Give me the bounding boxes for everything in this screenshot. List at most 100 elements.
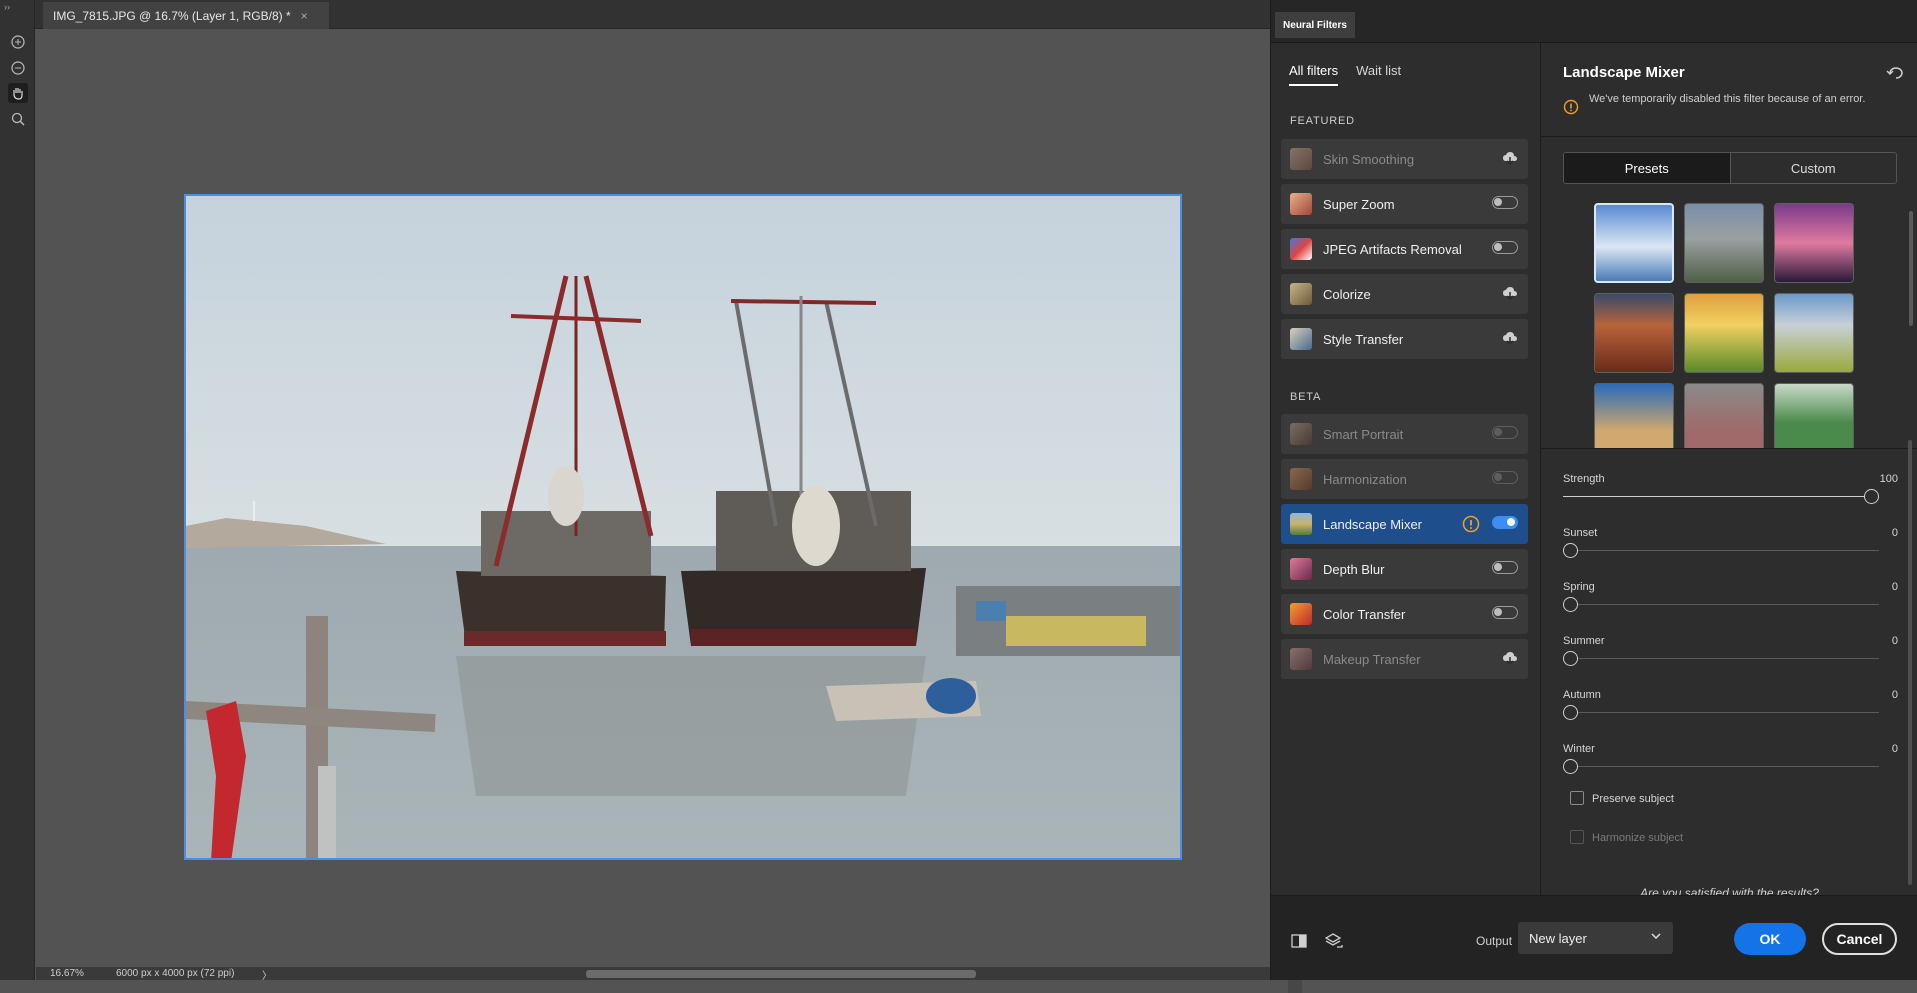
filter-row-style-transfer[interactable]: Style Transfer — [1281, 319, 1528, 359]
zoom-in-icon[interactable] — [8, 32, 28, 52]
filter-name: Super Zoom — [1323, 196, 1395, 212]
slider-strength[interactable] — [1563, 489, 1879, 504]
panel-footer: Output New layer OK Cancel — [1271, 895, 1917, 980]
collapse-icon[interactable]: ›› — [4, 2, 10, 12]
tab-presets[interactable]: Presets — [1564, 153, 1730, 183]
chevron-down-icon — [1650, 930, 1662, 945]
tab-wait-list[interactable]: Wait list — [1356, 63, 1401, 86]
filter-toggle[interactable] — [1492, 241, 1518, 254]
filter-toggle[interactable] — [1492, 516, 1518, 529]
document-image[interactable] — [184, 194, 1182, 860]
ok-button[interactable]: OK — [1734, 923, 1806, 955]
smart-portrait-thumbnail — [1290, 423, 1312, 445]
zoom-level[interactable]: 16.67% — [50, 968, 84, 979]
slider-knob[interactable] — [1563, 759, 1578, 774]
document-title: IMG_7815.JPG @ 16.7% (Layer 1, RGB/8) * — [53, 8, 291, 23]
cloud-download-icon[interactable] — [1502, 331, 1518, 350]
slider-summer[interactable] — [1563, 651, 1879, 666]
filter-name: Landscape Mixer — [1323, 516, 1422, 532]
slider-label-strength: Strength — [1563, 473, 1605, 485]
filter-name: Depth Blur — [1323, 561, 1385, 577]
filter-toggle[interactable] — [1492, 426, 1518, 439]
zoom-out-icon[interactable] — [8, 58, 28, 78]
slider-autumn[interactable] — [1563, 705, 1879, 720]
preserve-subject-checkbox[interactable] — [1570, 791, 1584, 805]
filter-name: Makeup Transfer — [1323, 651, 1421, 667]
filter-toggle[interactable] — [1492, 606, 1518, 619]
preset-grid — [1541, 191, 1917, 449]
preset-sunset-peak[interactable] — [1774, 203, 1854, 283]
preset-snow-mountain[interactable] — [1594, 203, 1674, 283]
featured-heading: FEATURED — [1290, 115, 1355, 127]
compare-view-icon[interactable] — [1291, 934, 1307, 953]
preset-valley-lake[interactable] — [1684, 203, 1764, 283]
slider-value-sunset: 0 — [1891, 527, 1898, 539]
output-select[interactable]: New layer — [1518, 922, 1673, 954]
cloud-download-icon[interactable] — [1502, 286, 1518, 305]
filter-row-colorize[interactable]: Colorize — [1281, 274, 1528, 314]
filter-row-harmonization[interactable]: Harmonization — [1281, 459, 1528, 499]
slider-value-summer: 0 — [1891, 635, 1898, 647]
layers-icon[interactable] — [1324, 932, 1343, 955]
preset-mesa[interactable] — [1684, 383, 1764, 448]
preset-river-valley[interactable] — [1774, 383, 1854, 448]
filter-row-super-zoom[interactable]: Super Zoom — [1281, 184, 1528, 224]
panel-title: Neural Filters — [1275, 12, 1355, 38]
filter-name: Colorize — [1323, 286, 1371, 302]
filter-list: All filters Wait list FEATURED Skin Smoo… — [1271, 43, 1541, 895]
preset-scrollbar[interactable] — [1908, 199, 1914, 448]
filter-row-makeup-transfer[interactable]: Makeup Transfer — [1281, 639, 1528, 679]
tab-custom[interactable]: Custom — [1729, 153, 1897, 183]
horizontal-scroll-thumb[interactable] — [586, 970, 976, 978]
filter-row-color-transfer[interactable]: Color Transfer — [1281, 594, 1528, 634]
error-message: We've temporarily disabled this filter b… — [1589, 93, 1866, 105]
slider-value-strength: 100 — [1879, 473, 1898, 485]
filter-row-skin-smoothing[interactable]: Skin Smoothing — [1281, 139, 1528, 179]
preset-golden-hills[interactable] — [1684, 293, 1764, 373]
slider-knob[interactable] — [1864, 489, 1879, 504]
filter-row-jpeg-artifacts-removal[interactable]: JPEG Artifacts Removal — [1281, 229, 1528, 269]
slider-knob[interactable] — [1563, 651, 1578, 666]
divider — [1541, 136, 1917, 137]
slider-label-spring: Spring — [1563, 581, 1595, 593]
style-transfer-thumbnail — [1290, 328, 1312, 350]
slider-spring[interactable] — [1563, 597, 1879, 612]
harmonize-subject-label: Harmonize subject — [1592, 832, 1684, 844]
warning-icon — [1563, 99, 1579, 120]
hand-icon[interactable] — [8, 83, 28, 103]
status-bar: 16.67% 6000 px x 4000 px (72 ppi) 〉 — [36, 967, 1270, 982]
colorize-thumbnail — [1290, 283, 1312, 305]
tab-all-filters[interactable]: All filters — [1289, 63, 1339, 86]
canvas-area[interactable] — [36, 29, 1302, 993]
harmonize-subject-checkbox[interactable] — [1570, 830, 1584, 844]
close-tab-icon[interactable]: × — [301, 9, 308, 23]
filter-row-landscape-mixer[interactable]: Landscape Mixer — [1281, 504, 1528, 544]
filter-name: Style Transfer — [1323, 331, 1404, 347]
slider-knob[interactable] — [1563, 705, 1578, 720]
slider-winter[interactable] — [1563, 759, 1879, 774]
magnifier-icon[interactable] — [8, 109, 28, 129]
reset-icon[interactable] — [1886, 65, 1904, 86]
cloud-download-icon[interactable] — [1502, 151, 1518, 170]
cloud-download-icon[interactable] — [1502, 651, 1518, 670]
slider-knob[interactable] — [1563, 543, 1578, 558]
slider-label-winter: Winter — [1563, 743, 1595, 755]
slider-label-summer: Summer — [1563, 635, 1605, 647]
preset-desert-rocks[interactable] — [1594, 383, 1674, 448]
settings-scrollbar[interactable] — [1907, 430, 1913, 890]
preset-custom-switch: Presets Custom — [1563, 152, 1897, 184]
cancel-button[interactable]: Cancel — [1822, 923, 1897, 955]
slider-sunset[interactable] — [1563, 543, 1879, 558]
filter-row-smart-portrait[interactable]: Smart Portrait — [1281, 414, 1528, 454]
filter-row-depth-blur[interactable]: Depth Blur — [1281, 549, 1528, 589]
filter-toggle[interactable] — [1492, 471, 1518, 484]
filter-toggle[interactable] — [1492, 196, 1518, 209]
slider-knob[interactable] — [1563, 597, 1578, 612]
document-tab[interactable]: IMG_7815.JPG @ 16.7% (Layer 1, RGB/8) * … — [43, 2, 329, 29]
preset-alpine-meadow[interactable] — [1774, 293, 1854, 373]
makeup-transfer-thumbnail — [1290, 648, 1312, 670]
output-label: Output — [1476, 934, 1513, 948]
depth-blur-thumbnail — [1290, 558, 1312, 580]
filter-toggle[interactable] — [1492, 561, 1518, 574]
preset-canyon[interactable] — [1594, 293, 1674, 373]
